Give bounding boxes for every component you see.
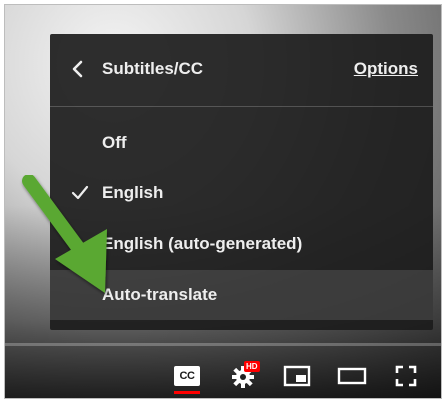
options-link[interactable]: Options	[354, 59, 418, 79]
menu-item-label: Off	[102, 133, 127, 152]
back-button[interactable]	[64, 56, 90, 82]
menu-item-auto-translate[interactable]: Auto-translate	[50, 270, 433, 320]
hd-badge: HD	[244, 361, 260, 372]
menu-item-off[interactable]: Off	[50, 118, 433, 168]
menu-item-label: English	[102, 183, 164, 202]
fullscreen-icon	[395, 365, 417, 387]
settings-button[interactable]: HD	[227, 361, 261, 391]
fullscreen-button[interactable]	[391, 361, 421, 391]
cc-active-indicator	[174, 391, 200, 394]
menu-item-label: English (auto-generated)	[102, 234, 303, 253]
progress-bar[interactable]	[5, 343, 441, 346]
cc-button[interactable]: CC	[171, 361, 203, 394]
video-player[interactable]: Subtitles/CC Options Off English English…	[4, 4, 442, 399]
subtitles-menu: Subtitles/CC Options Off English English…	[50, 34, 433, 330]
menu-item-label: Auto-translate	[102, 285, 218, 304]
cc-icon: CC	[174, 366, 200, 386]
theater-mode-button[interactable]	[335, 361, 369, 391]
chevron-left-icon	[72, 60, 83, 78]
checkmark-icon	[71, 185, 89, 200]
menu-item-english[interactable]: English	[50, 168, 433, 218]
miniplayer-button[interactable]	[280, 361, 314, 391]
control-bar: CC HD	[5, 335, 441, 398]
theater-mode-icon	[337, 367, 367, 385]
miniplayer-icon	[283, 365, 311, 387]
menu-header: Subtitles/CC Options	[50, 34, 433, 107]
menu-title: Subtitles/CC	[102, 59, 204, 78]
cc-icon-label: CC	[179, 370, 195, 382]
menu-item-english-auto-generated[interactable]: English (auto-generated)	[50, 219, 433, 269]
